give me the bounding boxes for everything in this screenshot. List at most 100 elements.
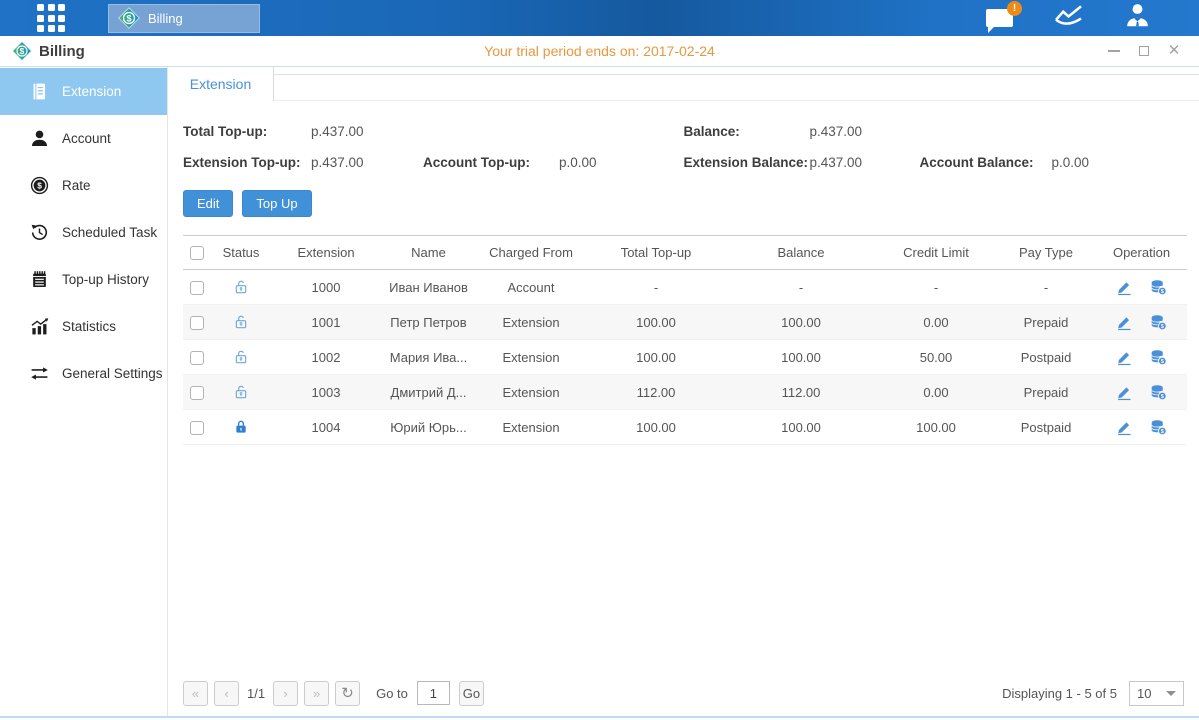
statistics-monitor-icon[interactable] (1053, 3, 1084, 33)
top-app-bar: Billing ! (0, 0, 1199, 36)
table-row-1004: 1004Юрий Юрь...Extension100.00100.00100.… (183, 410, 1187, 445)
pagination-bar: « ‹ 1/1 › » ↻ Go to Go Displaying 1 - 5 … (168, 674, 1199, 716)
user-account-icon[interactable] (1124, 2, 1151, 34)
sidebar-item-account[interactable]: Account (0, 115, 167, 162)
column-header-balance: Balance (726, 236, 876, 270)
first-page-button[interactable]: « (183, 681, 208, 706)
maximize-icon[interactable] (1137, 44, 1151, 58)
row-checkbox[interactable] (190, 386, 204, 400)
last-page-button[interactable]: » (304, 681, 329, 706)
page-size-value: 10 (1137, 686, 1151, 701)
edit-row-icon[interactable] (1116, 419, 1133, 436)
total-topup-cell: 112.00 (586, 375, 726, 410)
table-row-1003: 1003Дмитрий Д...Extension112.00112.000.0… (183, 375, 1187, 410)
prev-page-button[interactable]: ‹ (214, 681, 239, 706)
edit-button[interactable]: Edit (183, 190, 233, 217)
page-indicator: 1/1 (247, 686, 265, 701)
name-cell: Дмитрий Д... (381, 375, 476, 410)
balance-value: p.437.00 (810, 124, 920, 139)
refresh-icon[interactable]: ↻ (335, 681, 360, 706)
edit-row-icon[interactable] (1116, 279, 1133, 296)
app-grid-icon[interactable] (37, 4, 65, 32)
table-body: 1000Иван ИвановAccount----1001Петр Петро… (183, 270, 1187, 445)
tab-extension[interactable]: Extension (168, 67, 274, 101)
taskbar-tab-label: Billing (148, 11, 183, 26)
balance-cell: 100.00 (726, 305, 876, 340)
sidebar-item-label: Scheduled Task (62, 225, 157, 240)
chevron-down-icon (1166, 691, 1176, 701)
select-all-checkbox[interactable] (190, 246, 204, 260)
billing-diamond-icon (12, 41, 32, 61)
sidebar-item-top-up-history[interactable]: Top-up History (0, 256, 167, 303)
total-topup-value: p.437.00 (311, 124, 423, 139)
pay-type-cell: Prepaid (996, 375, 1096, 410)
top-up-row-icon[interactable] (1150, 384, 1167, 401)
total-topup-label: Total Top-up: (183, 124, 311, 139)
extension-topup-value: p.437.00 (311, 155, 423, 170)
account-topup-label: Account Top-up: (423, 155, 559, 170)
extension-cell: 1002 (271, 340, 381, 375)
row-checkbox[interactable] (190, 316, 204, 330)
top-up-button[interactable]: Top Up (242, 190, 311, 217)
edit-row-icon[interactable] (1116, 349, 1133, 366)
sidebar-item-label: General Settings (62, 366, 163, 381)
name-cell: Юрий Юрь... (381, 410, 476, 445)
window-titlebar: Your trial period ends on: 2017-02-24 Bi… (0, 36, 1199, 67)
extension-balance-value: p.437.00 (810, 155, 920, 170)
status-unlocked-icon (233, 279, 249, 295)
notification-badge: ! (1007, 1, 1022, 16)
column-header-name: Name (381, 236, 476, 270)
sidebar-item-label: Statistics (62, 319, 116, 334)
sidebar-item-extension[interactable]: Extension (0, 68, 167, 115)
column-header-operation: Operation (1096, 236, 1187, 270)
extensions-table: Status Extension NameCharged FromTotal Top… (183, 235, 1187, 445)
table-row-1001: 1001Петр ПетровExtension100.00100.000.00… (183, 305, 1187, 340)
extension-balance-label: Extension Balance: (684, 155, 810, 170)
column-header-charged-from: Charged From (476, 236, 586, 270)
next-page-button[interactable]: › (273, 681, 298, 706)
sidebar-item-statistics[interactable]: Statistics (0, 303, 167, 350)
balance-cell: 100.00 (726, 340, 876, 375)
sidebar-item-scheduled-task[interactable]: Scheduled Task (0, 209, 167, 256)
account-topup-value: p.0.00 (559, 155, 597, 170)
row-checkbox[interactable] (190, 421, 204, 435)
charged-from-cell: Extension (476, 410, 586, 445)
edit-row-icon[interactable] (1116, 314, 1133, 331)
column-header-credit-limit: Credit Limit (876, 236, 996, 270)
total-topup-cell: 100.00 (586, 340, 726, 375)
row-checkbox[interactable] (190, 351, 204, 365)
go-button[interactable]: Go (459, 681, 484, 706)
top-up-row-icon[interactable] (1150, 419, 1167, 436)
credit-limit-cell: 0.00 (876, 305, 996, 340)
statistics-chart-icon (30, 317, 49, 336)
billing-diamond-icon (118, 7, 140, 29)
table-header-row: StatusExtensionNameCharged FromTotal Top… (183, 236, 1187, 270)
status-unlocked-icon (233, 349, 249, 365)
goto-page-input[interactable] (417, 681, 450, 705)
name-cell: Иван Иванов (381, 270, 476, 305)
messages-icon[interactable]: ! (986, 9, 1013, 27)
rate-dollar-icon (30, 176, 49, 195)
top-up-row-icon[interactable] (1150, 279, 1167, 296)
page-size-select[interactable]: 10 (1129, 681, 1184, 706)
taskbar-tab-billing[interactable]: Billing (108, 4, 260, 33)
sidebar-item-label: Top-up History (62, 272, 149, 287)
table-row-1002: 1002Мария Ива...Extension100.00100.0050.… (183, 340, 1187, 375)
column-header-status: Status (211, 236, 271, 270)
top-up-row-icon[interactable] (1150, 349, 1167, 366)
sidebar-item-rate[interactable]: Rate (0, 162, 167, 209)
minimize-icon[interactable] (1107, 44, 1121, 58)
top-up-row-icon[interactable] (1150, 314, 1167, 331)
column-header-total-top-up: Total Top-up (586, 236, 726, 270)
row-checkbox[interactable] (190, 281, 204, 295)
window-title: Billing (39, 43, 85, 60)
edit-row-icon[interactable] (1116, 384, 1133, 401)
sidebar-item-general-settings[interactable]: General Settings (0, 350, 167, 397)
credit-limit-cell: - (876, 270, 996, 305)
close-icon[interactable]: ✕ (1167, 44, 1181, 58)
charged-from-cell: Account (476, 270, 586, 305)
extension-cell: 1003 (271, 375, 381, 410)
total-topup-cell: 100.00 (586, 305, 726, 340)
balance-cell: - (726, 270, 876, 305)
name-cell: Петр Петров (381, 305, 476, 340)
